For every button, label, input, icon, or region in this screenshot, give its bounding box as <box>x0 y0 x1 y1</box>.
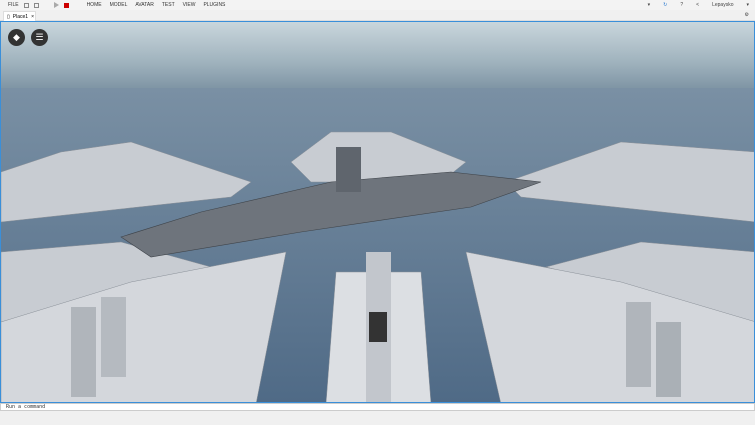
stop-icon[interactable] <box>63 2 69 8</box>
tab-close-button[interactable]: × <box>31 14 34 20</box>
command-input[interactable]: Run a command <box>6 404 45 410</box>
hamburger-menu-button[interactable]: ☰ <box>31 29 48 46</box>
play-icon[interactable] <box>53 2 59 8</box>
refresh-icon[interactable]: ↻ <box>663 2 667 8</box>
menu-plugins[interactable]: PLUGINS <box>203 2 225 8</box>
roblox-logo-icon: ◆ <box>13 32 20 42</box>
menu-view[interactable]: VIEW <box>183 2 196 8</box>
username[interactable]: Lepaysko <box>712 2 733 8</box>
menu-model[interactable]: MODEL <box>110 2 128 8</box>
menu-test[interactable]: TEST <box>162 2 175 8</box>
new-file-icon[interactable] <box>23 2 29 8</box>
menu-file[interactable]: FILE <box>8 2 19 8</box>
menu-bar: FILE HOME MODEL AVATAR TEST VIEW PLUGINS… <box>0 0 755 10</box>
sky <box>1 22 754 90</box>
status-area <box>0 411 755 425</box>
redo-icon[interactable] <box>44 3 49 8</box>
save-icon[interactable] <box>33 2 39 8</box>
user-dropdown-icon[interactable]: ▾ <box>746 2 749 8</box>
help-icon[interactable]: ? <box>680 2 683 8</box>
document-icon: ▯ <box>7 13 10 20</box>
scene-battleships <box>1 22 754 402</box>
menu-avatar[interactable]: AVATAR <box>135 2 154 8</box>
roblox-logo-button[interactable]: ◆ <box>8 29 25 46</box>
settings-icon[interactable]: ⚙ <box>745 12 749 18</box>
menu-home[interactable]: HOME <box>87 2 102 8</box>
battleship-tower <box>336 147 361 192</box>
tab-bar: ▯ Place1 × ⚙ <box>0 10 755 21</box>
command-bar[interactable]: Run a command <box>0 403 755 411</box>
undo-icon[interactable] <box>74 3 79 8</box>
share-icon[interactable]: < <box>696 2 699 8</box>
tab-label: Place1 <box>12 13 29 20</box>
menu-icon: ☰ <box>35 32 44 42</box>
dropdown-icon[interactable]: ▾ <box>648 2 651 8</box>
3d-viewport[interactable]: ◆ ☰ <box>0 21 755 403</box>
tab-place1[interactable]: ▯ Place1 × <box>3 11 36 21</box>
